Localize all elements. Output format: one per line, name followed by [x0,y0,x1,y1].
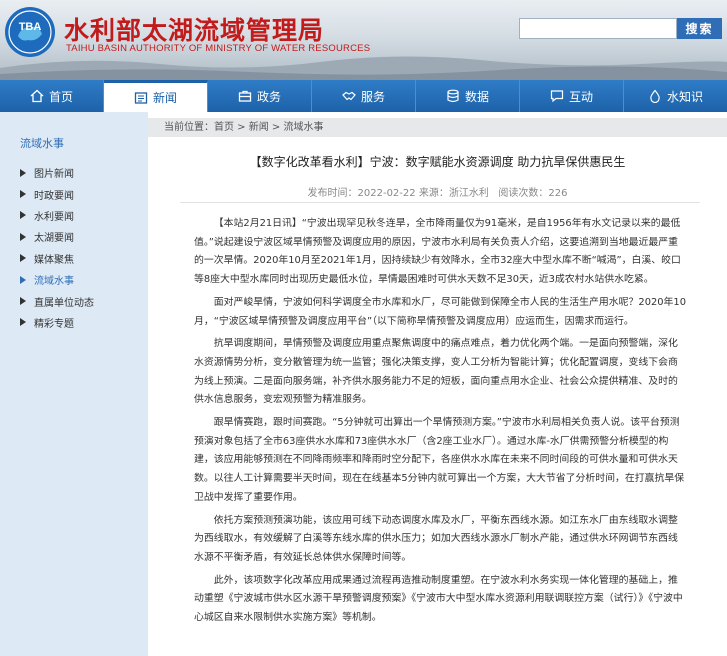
breadcrumb-prefix: 当前位置： [164,122,214,133]
breadcrumb-separator: > [268,122,284,133]
triangle-right-icon [20,211,26,220]
nav-label: 互动 [568,89,593,104]
sidebar-item-political-news[interactable]: 时政要闻 [20,183,94,204]
nav-label: 新闻 [152,91,177,105]
divider [180,202,700,203]
nav-label: 首页 [48,89,73,104]
breadcrumb-separator: > [234,122,249,133]
nav-item-interaction[interactable]: 互动 [520,80,624,112]
sidebar-list: 图片新闻 时政要闻 水利要闻 太湖要闻 媒体聚焦 流域水事 直属单位动态 精彩专… [20,162,94,333]
handshake-icon [342,91,356,101]
views-count: 226 [548,188,568,199]
nav-label: 水知识 [666,89,703,104]
sidebar-item-label: 水利要闻 [34,211,74,223]
site-title[interactable]: 水利部太湖流域管理局 [64,11,324,47]
article-meta: 发布时间：2022-02-22 来源：浙江水利 阅读次数：226 [148,184,727,199]
nav-item-data[interactable]: 数据 [416,80,520,112]
breadcrumb-home[interactable]: 首页 [214,122,234,133]
views-label: 阅读次数： [498,188,549,199]
published-label: 发布时间： [307,188,358,199]
triangle-right-icon [20,232,26,241]
logo-text: TBA [19,21,42,33]
search-input[interactable] [519,18,677,39]
sidebar-title: 流域水事 [20,137,64,150]
sidebar-item-media-focus[interactable]: 媒体聚焦 [20,248,94,269]
main-nav: 首页 新闻 政务 服务 数据 互动 水知识 [0,80,727,112]
sidebar-item-special-topics[interactable]: 精彩专题 [20,312,94,333]
article-paragraph: 【本站2月21日讯】“宁波出现罕见秋冬连旱，全市降雨量仅为91毫米，是自1956… [194,218,681,286]
sidebar-item-basin-affairs[interactable]: 流域水事 [20,269,94,290]
triangle-right-icon [20,297,26,306]
triangle-right-icon [20,190,26,199]
chat-icon [550,90,564,103]
search-button[interactable]: 搜索 [677,18,722,39]
triangle-right-icon [20,275,26,284]
nav-label: 政务 [256,89,281,104]
sidebar: 流域水事 图片新闻 时政要闻 水利要闻 太湖要闻 媒体聚焦 流域水事 直属单位动… [0,112,148,656]
sidebar-item-label: 精彩专题 [34,318,74,330]
article-body: 【本站2月21日讯】“宁波出现罕见秋冬连旱，全市降雨量仅为91毫米，是自1956… [194,215,686,632]
article-paragraph: 跟旱情赛跑，跟时间赛跑。“5分钟就可出算出一个旱情预测方案。”宁波市水利局相关负… [194,417,685,503]
breadcrumb-basin-affairs[interactable]: 流域水事 [284,122,324,133]
water-drop-icon [650,89,660,103]
news-icon [134,91,148,104]
sidebar-item-label: 时政要闻 [34,190,74,202]
home-icon [30,89,44,103]
article-paragraph: 依托方案预测预演功能，该应用可线下动态调度水库及水厂，平衡东西线水源。如江东水厂… [194,514,678,563]
article-paragraph: 面对严峻旱情，宁波如何科学调度全市水库和水厂，尽可能做到保障全市人民的生活生产用… [194,296,686,327]
briefcase-icon [238,90,252,102]
sidebar-item-label: 图片新闻 [34,169,74,181]
sidebar-item-water-news[interactable]: 水利要闻 [20,205,94,226]
source-label: 来源： [418,188,449,199]
sidebar-item-label: 流域水事 [34,276,74,288]
database-icon [447,89,459,103]
sidebar-item-label: 太湖要闻 [34,233,74,245]
site-subtitle: TAIHU BASIN AUTHORITY OF MINISTRY OF WAT… [66,43,371,54]
sidebar-item-label: 媒体聚焦 [34,254,74,266]
nav-item-home[interactable]: 首页 [0,80,104,112]
triangle-right-icon [20,168,26,177]
triangle-right-icon [20,318,26,327]
breadcrumb-news[interactable]: 新闻 [249,122,269,133]
sidebar-item-label: 直属单位动态 [34,297,94,309]
nav-label: 服务 [360,89,385,104]
site-header: TBA 水利部太湖流域管理局 TAIHU BASIN AUTHORITY OF … [0,0,727,80]
source-value: 浙江水利 [448,188,489,199]
triangle-right-icon [20,254,26,263]
sidebar-item-taihu-news[interactable]: 太湖要闻 [20,226,94,247]
article-title: 【数字化改革看水利】宁波：数字赋能水资源调度 助力抗旱保供惠民生 [249,155,626,169]
sidebar-item-affiliated-units[interactable]: 直属单位动态 [20,290,94,311]
nav-item-news[interactable]: 新闻 [104,80,208,112]
tba-logo-icon[interactable]: TBA [4,6,56,58]
nav-label: 数据 [464,89,489,104]
breadcrumb: 当前位置：首页 > 新闻 > 流域水事 [148,118,727,137]
nav-item-water-knowledge[interactable]: 水知识 [624,80,727,112]
published-date: 2022-02-22 [357,188,416,199]
sidebar-item-picture-news[interactable]: 图片新闻 [20,162,94,183]
nav-item-service[interactable]: 服务 [312,80,416,112]
article-paragraph: 此外，该项数字化改革应用成果通过流程再造推动制度重塑。在宁波水利水务实现一体化管… [194,574,683,624]
article-paragraph: 抗旱调度期间，旱情预警及调度应用重点聚焦调度中的痛点难点，着力优化两个端。一是面… [194,338,678,406]
nav-item-government[interactable]: 政务 [208,80,312,112]
